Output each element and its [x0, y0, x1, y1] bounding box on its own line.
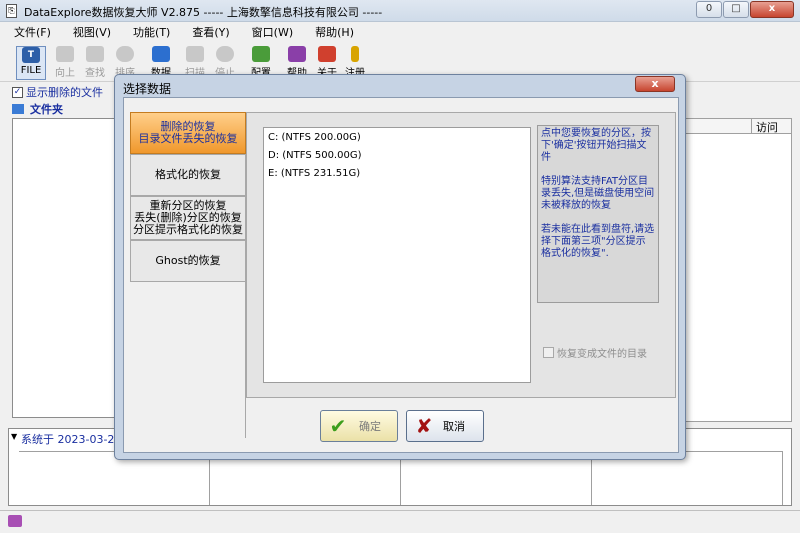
cancel-button-label: 取消: [443, 420, 465, 433]
file-list-header: 访问: [680, 118, 792, 134]
dialog-body: 删除的恢复 目录文件丢失的恢复 格式化的恢复 重新分区的恢复 丢失(删除)分区的…: [123, 97, 679, 453]
help-text-box: 点中您要恢复的分区，按下'确定'按钮开始扫描文件 特别算法支持FAT分区目录丢失…: [537, 125, 659, 303]
x-icon: ✘: [415, 414, 433, 438]
up-icon: [56, 46, 74, 62]
help-paragraph: 点中您要恢复的分区，按下'确定'按钮开始扫描文件: [541, 128, 651, 163]
file-icon: T: [22, 47, 40, 63]
maximize-button[interactable]: □: [723, 1, 749, 18]
file-list-column[interactable]: [681, 119, 751, 133]
sort-icon: [116, 46, 134, 62]
tab-line: Ghost的恢复: [155, 254, 221, 267]
toolbar-file-button[interactable]: T FILE: [16, 46, 46, 80]
menu-view[interactable]: 视图(V): [65, 24, 119, 40]
column-access[interactable]: 访问: [751, 119, 791, 134]
stop-icon: [216, 46, 234, 62]
checkmark-icon: ✔: [329, 414, 347, 438]
tab-line: 格式化的恢复: [155, 168, 221, 181]
tab-format-recovery[interactable]: 格式化的恢复: [130, 154, 246, 196]
disk-item-c[interactable]: C: (NTFS 200.00G): [264, 130, 528, 148]
show-deleted-label: 显示删除的文件: [26, 86, 103, 99]
register-icon: [351, 46, 359, 62]
ok-button[interactable]: ✔ 确定: [320, 410, 398, 442]
tab-repartition-recovery[interactable]: 重新分区的恢复 丢失(删除)分区的恢复 分区提示格式化的恢复: [130, 196, 246, 240]
status-book-icon: [8, 515, 22, 527]
find-icon: [86, 46, 104, 62]
folder-tree-icon: [12, 104, 24, 114]
folder-tree[interactable]: [12, 118, 116, 418]
file-list[interactable]: [680, 134, 792, 422]
status-bar: [0, 510, 800, 533]
toolbar-find-label: 查找: [85, 68, 105, 79]
select-data-dialog: 选择数据 x 删除的恢复 目录文件丢失的恢复 格式化的恢复 重新分区的恢复 丢失…: [114, 74, 686, 460]
toolbar-find-button[interactable]: 查找: [80, 46, 110, 80]
tab-ghost-recovery[interactable]: Ghost的恢复: [130, 240, 246, 282]
show-deleted-checkbox[interactable]: ✓: [12, 86, 23, 98]
data-icon: [152, 46, 170, 62]
window-title: DataExplore数据恢复大师 V2.875 ----- 上海数擎信息科技有…: [24, 6, 383, 19]
disk-list[interactable]: C: (NTFS 200.00G) D: (NTFS 500.00G) E: (…: [263, 127, 531, 383]
tab-line: 目录文件丢失的恢复: [138, 132, 238, 145]
dialog-title: 选择数据: [123, 82, 172, 96]
help-paragraph: 若未能在此看到盘符,请选择下面第三项"分区提示格式化的恢复".: [541, 224, 655, 259]
cancel-button[interactable]: ✘ 取消: [406, 410, 484, 442]
show-deleted-option[interactable]: ✓ 显示删除的文件: [12, 84, 103, 100]
dialog-close-button[interactable]: x: [635, 76, 675, 92]
disk-item-d[interactable]: D: (NTFS 500.00G): [264, 148, 528, 166]
log-marker-icon: ▼: [11, 432, 18, 441]
log-text: 系统于 2023-03-2: [21, 433, 115, 446]
help-icon: [288, 46, 306, 62]
folder-tab[interactable]: 文件夹: [12, 100, 63, 118]
menu-look[interactable]: 查看(Y): [184, 24, 237, 40]
recover-dir-checkbox[interactable]: [543, 347, 554, 358]
menu-function[interactable]: 功能(T): [125, 24, 178, 40]
close-button[interactable]: x: [750, 1, 794, 18]
toolbar-up-label: 向上: [55, 68, 75, 79]
folder-tab-label: 文件夹: [30, 103, 63, 116]
toolbar-up-button[interactable]: 向上: [50, 46, 80, 80]
tab-deleted-recovery[interactable]: 删除的恢复 目录文件丢失的恢复: [130, 112, 246, 154]
menu-bar: 文件(F) 视图(V) 功能(T) 查看(Y) 窗口(W) 帮助(H): [0, 22, 800, 42]
ok-button-label: 确定: [359, 420, 381, 433]
config-icon: [252, 46, 270, 62]
tab-content-panel: C: (NTFS 200.00G) D: (NTFS 500.00G) E: (…: [246, 112, 676, 398]
disk-item-e[interactable]: E: (NTFS 231.51G): [264, 166, 528, 184]
recovery-mode-tabs: 删除的恢复 目录文件丢失的恢复 格式化的恢复 重新分区的恢复 丢失(删除)分区的…: [130, 112, 248, 438]
menu-file[interactable]: 文件(F): [6, 24, 59, 40]
about-icon: [318, 46, 336, 62]
help-paragraph: 特别算法支持FAT分区目录丢失,但是磁盘使用空间未被释放的恢复: [541, 176, 655, 211]
left-panel: ✓ 显示删除的文件 文件夹: [8, 84, 118, 422]
window-titlebar: ⎘ DataExplore数据恢复大师 V2.875 ----- 上海数擎信息科…: [0, 0, 800, 22]
toolbar-file-label: FILE: [20, 65, 42, 76]
menu-window[interactable]: 窗口(W): [244, 24, 301, 40]
app-icon: ⎘: [6, 4, 17, 18]
menu-help[interactable]: 帮助(H): [307, 24, 362, 40]
minimize-button[interactable]: 0: [696, 1, 722, 18]
recover-dir-option[interactable]: 恢复变成文件的目录: [543, 345, 647, 360]
recover-dir-label: 恢复变成文件的目录: [557, 349, 647, 360]
window-controls: 0 □ x: [695, 1, 794, 18]
tab-strip-empty: [130, 282, 246, 438]
scan-icon: [186, 46, 204, 62]
tab-line: 分区提示格式化的恢复: [133, 223, 243, 236]
